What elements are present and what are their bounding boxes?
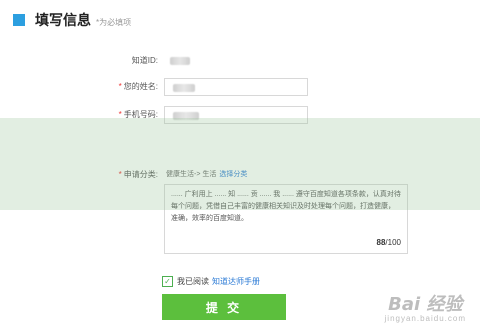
submit-button[interactable]: 提 交: [162, 294, 286, 320]
page-title: 填写信息: [35, 12, 91, 28]
zhidao-id-value-blurred: [170, 57, 190, 65]
watermark-overlay-band: [0, 118, 480, 210]
agree-text: 我已阅读: [177, 277, 209, 286]
baidu-jingyan-watermark: Bai 经验 jingyan.baidu.com: [385, 290, 466, 323]
name-field[interactable]: [164, 78, 308, 96]
name-row: * 您的姓名:: [0, 78, 480, 98]
section-header: 填写信息 *为必填项: [13, 10, 131, 30]
watermark-url: jingyan.baidu.com: [384, 314, 466, 323]
zhidao-id-label: 知道ID:: [131, 56, 158, 65]
char-counter: 88/100: [377, 237, 401, 249]
watermark-logo: Bai 经验: [388, 294, 463, 315]
agree-checkbox[interactable]: ✓: [162, 276, 173, 287]
zhidao-id-row: 知道ID:: [0, 52, 480, 72]
name-label-text: 您的姓名:: [123, 82, 158, 91]
header-accent-bar: [13, 14, 25, 26]
agreement-row: ✓ 我已阅读 知道达师手册: [162, 276, 260, 287]
page: 填写信息 *为必填项 知道ID: * 您的姓名: * 手机号码: * 申请分类: 健康…: [0, 0, 480, 333]
char-max: /100: [385, 238, 401, 247]
required-mark: *: [118, 82, 122, 91]
required-note: *为必填项: [96, 17, 132, 27]
handbook-link[interactable]: 知道达师手册: [212, 276, 260, 287]
name-label: * 您的姓名:: [119, 81, 158, 92]
name-value-blurred: [173, 84, 195, 92]
